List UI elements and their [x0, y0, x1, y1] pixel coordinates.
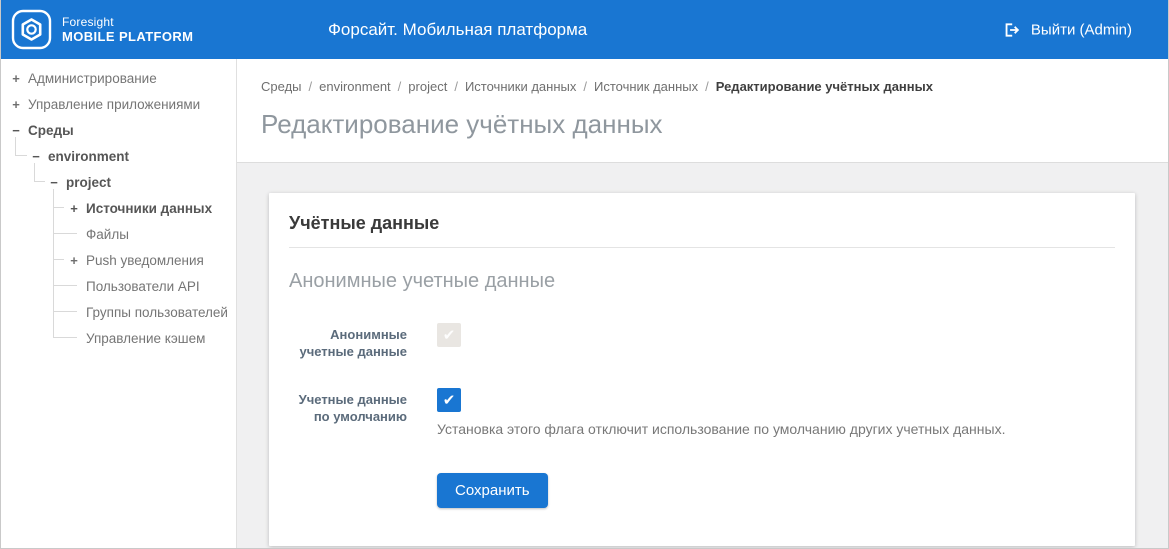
breadcrumb-item[interactable]: environment: [319, 79, 391, 94]
expand-icon[interactable]: +: [11, 71, 21, 86]
tree-label: Управление приложениями: [28, 96, 201, 112]
logo-line1: Foresight: [62, 15, 114, 29]
breadcrumb: Среды / environment / project / Источник…: [261, 79, 1168, 94]
breadcrumb-separator: /: [454, 79, 458, 94]
default-credentials-checkbox[interactable]: ✔: [437, 388, 461, 412]
sidebar-tree: + Администрирование + Управление приложе…: [1, 59, 237, 548]
sidebar-item-cache-management[interactable]: Управление кэшем: [1, 325, 236, 351]
breadcrumb-item[interactable]: Среды: [261, 79, 302, 94]
sidebar-item-push-notifications[interactable]: + Push уведомления: [1, 247, 236, 273]
credentials-card: Учётные данные Анонимные учетные данные …: [269, 193, 1135, 546]
form-row-default-credentials: Учетные данные по умолчанию ✔ Установка …: [289, 388, 1115, 437]
field-label: Учетные данные по умолчанию: [298, 392, 407, 424]
app-logo[interactable]: Foresight MOBILE PLATFORM: [11, 9, 193, 50]
sidebar-item-user-groups[interactable]: Группы пользователей: [1, 299, 236, 325]
main-area: Среды / environment / project / Источник…: [237, 59, 1168, 548]
top-bar: Foresight MOBILE PLATFORM Форсайт. Мобил…: [1, 0, 1168, 59]
logout-icon: [1005, 22, 1020, 37]
sidebar-item-environments[interactable]: − Среды: [1, 117, 236, 143]
logo-text: Foresight MOBILE PLATFORM: [62, 15, 193, 44]
logout-label: Выйти (Admin): [1030, 21, 1132, 38]
logout-button[interactable]: Выйти (Admin): [1003, 21, 1132, 38]
breadcrumb-separator: /: [705, 79, 709, 94]
tree-connector: [53, 259, 64, 260]
page-title: Редактирование учётных данных: [261, 109, 663, 139]
breadcrumb-item[interactable]: Источники данных: [465, 79, 576, 94]
tree-connector: [53, 325, 77, 338]
tree-label: project: [66, 174, 112, 190]
tree-label: Push уведомления: [86, 252, 204, 268]
tree-connector: [53, 207, 64, 208]
sidebar-item-project[interactable]: − project: [1, 163, 236, 195]
tree-connector: [53, 299, 54, 325]
card-title: Учётные данные: [289, 213, 1115, 248]
form-row-anonymous-credentials: Анонимные учетные данные ✔: [289, 323, 1115, 360]
logo-line2: MOBILE PLATFORM: [62, 29, 194, 44]
tree-connector: [53, 273, 54, 299]
sidebar-item-api-users[interactable]: Пользователи API: [1, 273, 236, 299]
app-window: Foresight MOBILE PLATFORM Форсайт. Мобил…: [0, 0, 1169, 549]
sidebar-item-administration[interactable]: + Администрирование: [1, 65, 236, 91]
check-icon: ✔: [442, 392, 456, 409]
tree-connector: [53, 233, 77, 234]
anonymous-credentials-checkbox: ✔: [437, 323, 461, 347]
sidebar-item-files[interactable]: Файлы: [1, 221, 236, 247]
field-label: Анонимные учетные данные: [299, 327, 407, 359]
collapse-icon[interactable]: −: [49, 175, 59, 190]
expand-icon[interactable]: +: [69, 201, 79, 216]
tree-label: Группы пользователей: [86, 304, 228, 320]
main-header: Среды / environment / project / Источник…: [237, 59, 1168, 163]
sidebar-item-environment[interactable]: − environment: [1, 137, 236, 169]
tree-connector: [53, 311, 77, 312]
save-button[interactable]: Сохранить: [437, 473, 548, 508]
card-subtitle: Анонимные учетные данные: [289, 270, 556, 292]
collapse-icon[interactable]: −: [11, 123, 21, 138]
breadcrumb-current: Редактирование учётных данных: [715, 79, 933, 94]
breadcrumb-separator: /: [308, 79, 313, 94]
sidebar-item-data-sources[interactable]: + Источники данных: [1, 189, 236, 221]
foresight-logo-icon: [11, 9, 52, 50]
tree-label: Управление кэшем: [86, 330, 206, 346]
app-title: Форсайт. Мобильная платформа: [328, 19, 588, 39]
tree-label: Среды: [28, 122, 74, 138]
tree-connector: [53, 221, 54, 247]
tree-label: Файлы: [86, 226, 129, 242]
tree-label: environment: [48, 148, 130, 164]
label-spacer: [289, 473, 407, 476]
breadcrumb-separator: /: [583, 79, 587, 94]
content-area: Учётные данные Анонимные учетные данные …: [237, 163, 1168, 546]
sidebar-item-app-management[interactable]: + Управление приложениями: [1, 91, 236, 117]
tree-label: Пользователи API: [86, 278, 200, 294]
field-hint: Установка этого флага отключит использов…: [437, 421, 1006, 437]
breadcrumb-item[interactable]: Источник данных: [594, 79, 698, 94]
tree-connector: [53, 285, 77, 286]
collapse-icon[interactable]: −: [31, 149, 41, 164]
form-row-actions: Сохранить: [289, 473, 1115, 508]
tree-connector: [53, 247, 54, 273]
expand-icon[interactable]: +: [69, 253, 79, 268]
expand-icon[interactable]: +: [11, 97, 21, 112]
tree-label: Источники данных: [86, 200, 213, 216]
breadcrumb-item[interactable]: project: [408, 79, 447, 94]
tree-label: Администрирование: [28, 70, 157, 86]
breadcrumb-separator: /: [397, 79, 402, 94]
check-icon: ✔: [442, 327, 456, 344]
